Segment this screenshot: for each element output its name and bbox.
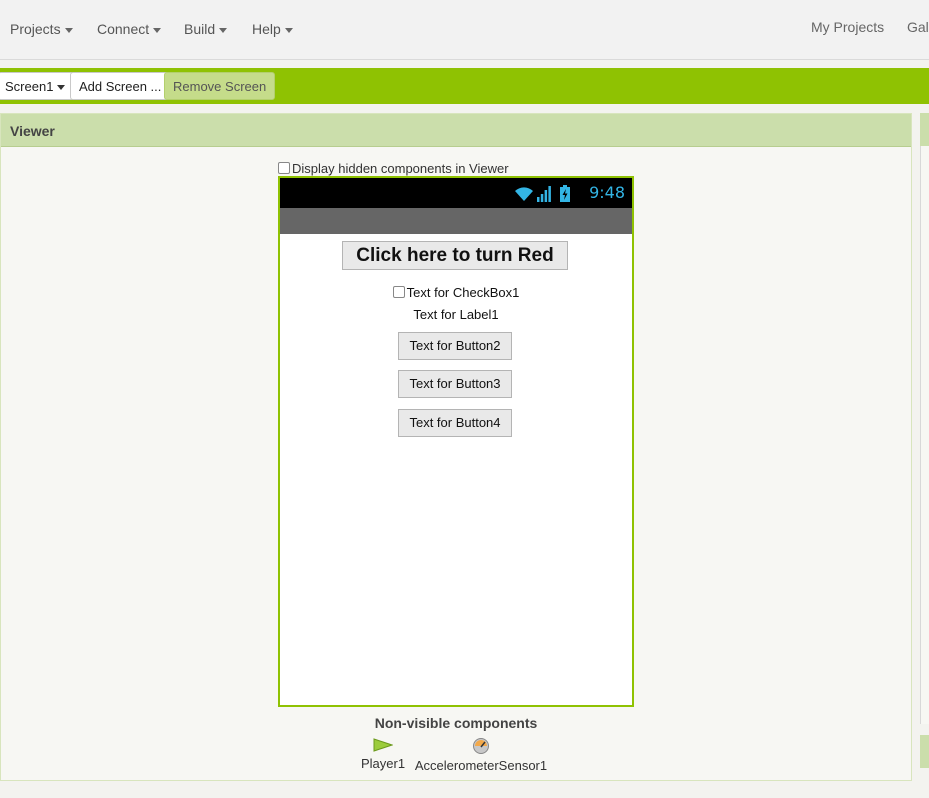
menu-help[interactable]: Help	[252, 21, 293, 37]
accelerometer-component[interactable]: AccelerometerSensor1	[413, 738, 549, 773]
screen-select-dropdown[interactable]: Screen1	[0, 72, 75, 100]
signal-icon	[537, 186, 551, 202]
menu-projects-label: Projects	[10, 21, 61, 37]
caret-down-icon	[284, 27, 293, 33]
checkbox-box[interactable]	[278, 162, 290, 174]
button2[interactable]: Text for Button2	[398, 332, 512, 360]
turn-red-button[interactable]: Click here to turn Red	[342, 241, 568, 270]
viewer-panel: Viewer Display hidden components in View…	[0, 113, 912, 781]
menu-build-label: Build	[184, 21, 216, 37]
top-menu-bar: Projects Connect Build Help My Projects …	[0, 0, 929, 60]
player1-component[interactable]: Player1	[361, 738, 405, 771]
screen-toolbar: Screen1 Add Screen ... Remove Screen	[0, 68, 929, 104]
accelerometer-label: AccelerometerSensor1	[414, 758, 548, 773]
menu-connect[interactable]: Connect	[97, 21, 162, 37]
phone-clock: 9:48	[589, 183, 625, 202]
caret-down-icon	[64, 27, 73, 33]
phone-status-bar: 9:48	[280, 178, 632, 208]
adjacent-panel-header-lower	[920, 735, 929, 768]
phone-label1: Text for Label1	[413, 307, 499, 322]
display-hidden-label: Display hidden components in Viewer	[292, 161, 509, 176]
player-icon	[373, 738, 393, 752]
status-icons	[514, 184, 570, 202]
phone-title-bar	[280, 208, 632, 234]
checkbox1-label: Text for CheckBox1	[406, 285, 520, 300]
caret-down-icon	[57, 85, 66, 91]
viewer-title: Viewer	[10, 123, 55, 139]
adjacent-panel-header	[920, 113, 929, 146]
viewer-header: Viewer	[1, 114, 911, 147]
non-visible-title: Non-visible components	[374, 715, 538, 731]
remove-screen-button[interactable]: Remove Screen	[164, 72, 276, 100]
accelerometer-icon	[473, 738, 489, 754]
wifi-icon	[515, 187, 533, 201]
menu-projects[interactable]: Projects	[10, 21, 73, 37]
menu-connect-label: Connect	[97, 21, 150, 37]
phone-checkbox1[interactable]: Text for CheckBox1	[280, 285, 632, 300]
menu-build[interactable]: Build	[184, 21, 228, 37]
phone-preview: 9:48 Click here to turn Red Text for Che…	[278, 176, 634, 707]
my-projects-link[interactable]: My Projects	[811, 19, 884, 35]
add-screen-button[interactable]: Add Screen ...	[70, 72, 171, 100]
battery-icon	[560, 185, 570, 202]
gallery-link[interactable]: Gall	[907, 19, 929, 35]
display-hidden-checkbox[interactable]: Display hidden components in Viewer	[278, 161, 509, 176]
caret-down-icon	[153, 27, 162, 33]
checkbox-box[interactable]	[392, 286, 405, 298]
adjacent-panel	[920, 113, 929, 724]
caret-down-icon	[219, 27, 228, 33]
player1-label: Player1	[361, 756, 406, 771]
menu-help-label: Help	[252, 21, 281, 37]
button4[interactable]: Text for Button4	[398, 409, 512, 437]
button3[interactable]: Text for Button3	[398, 370, 512, 398]
screen-select-label: Screen1	[5, 79, 54, 94]
